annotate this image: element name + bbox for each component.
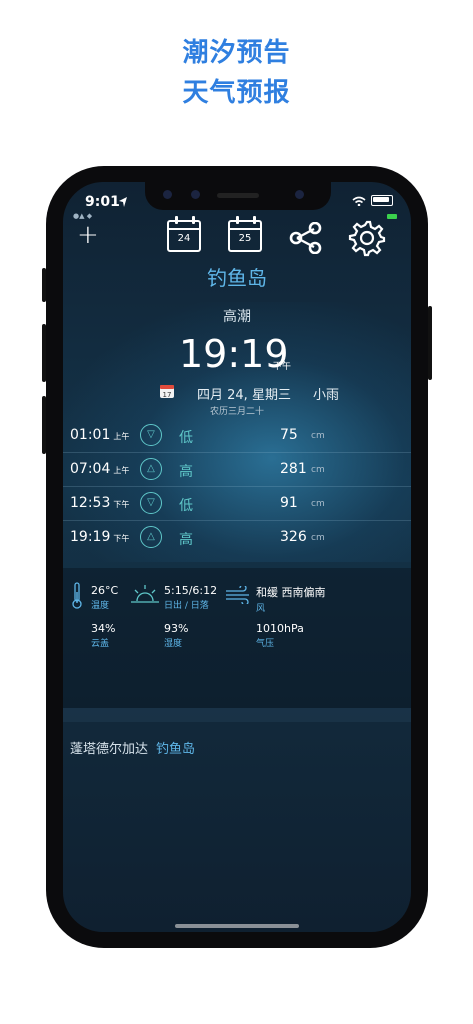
status-icons: [352, 195, 393, 206]
weather-panel: 26°C 温度 5:15/6:12 日出 / 日落 和缓 西南偏南风 34% 云盖 9…: [63, 568, 411, 708]
calendar-today-button[interactable]: 24: [167, 216, 201, 252]
sunrise-sunset-cell: 5:15/6:12 日出 / 日落: [164, 584, 218, 611]
section-divider: [63, 708, 411, 722]
location-breadcrumb[interactable]: 蓬塔德尔加达 钓鱼岛: [70, 738, 195, 757]
settings-gear-button[interactable]: [348, 219, 386, 257]
share-button[interactable]: [289, 222, 323, 254]
region-name: 蓬塔德尔加达: [70, 742, 149, 757]
phone-mute-switch: [42, 268, 46, 302]
tide-time: 01:01 上午: [70, 427, 130, 443]
weather-condition: 小雨: [313, 388, 340, 403]
tide-height: 281: [280, 461, 307, 477]
phone-power-button: [428, 306, 432, 380]
tide-height: 326: [280, 529, 307, 545]
pressure-cell: 1010hPa 气压: [256, 622, 304, 649]
front-camera-icon: [295, 190, 304, 199]
tide-row: 19:19 下午 △ 高 326 cm: [63, 520, 411, 554]
tide-time: 19:19 下午: [70, 529, 130, 545]
sensor-icon: [191, 190, 200, 199]
phone-volume-up: [42, 324, 46, 382]
calendar-icon: [236, 216, 239, 224]
calendar-date-icon: 17: [160, 385, 174, 399]
place-name: 钓鱼岛: [156, 742, 196, 757]
tide-row: 01:01 上午 ▽ 低 75 cm: [63, 418, 411, 453]
promo-title-line1: 潮汐预告: [182, 38, 291, 68]
thermometer-icon: [72, 582, 82, 609]
promo-title-line2: 天气预报: [182, 78, 291, 108]
tide-type: 低: [179, 498, 193, 514]
svg-text:17: 17: [163, 391, 172, 399]
add-location-button[interactable]: +: [77, 222, 99, 248]
status-carrier-indicators: ●▲ ◆: [73, 212, 93, 220]
high-tide-icon: △: [140, 458, 162, 480]
wind-cell: 和缓 西南偏南风: [256, 586, 326, 614]
tide-row: 07:04 上午 △ 高 281 cm: [63, 452, 411, 487]
next-tide-type: 高潮: [223, 309, 251, 325]
charging-indicator: [387, 214, 397, 219]
calendar-today-day: 24: [177, 233, 191, 244]
home-indicator[interactable]: [175, 924, 299, 928]
tide-row: 12:53 下午 ▽ 低 91 cm: [63, 486, 411, 521]
phone-volume-down: [42, 396, 46, 454]
tide-time: 12:53 下午: [70, 495, 130, 511]
tide-unit: cm: [311, 499, 325, 509]
wind-icon: [226, 586, 249, 604]
battery-icon: [371, 195, 393, 206]
low-tide-icon: ▽: [140, 492, 162, 514]
tide-type: 高: [179, 464, 193, 480]
humidity-cell: 93% 湿度: [164, 622, 189, 649]
calendar-icon: [253, 216, 256, 224]
calendar-icon: [192, 216, 195, 224]
calendar-tomorrow-day: 25: [238, 233, 252, 244]
lunar-date: 农历三月二十: [209, 407, 264, 417]
tide-time: 07:04 上午: [70, 461, 130, 477]
speaker-grille: [217, 193, 259, 198]
notch: [145, 182, 331, 210]
tide-height: 75: [280, 427, 298, 443]
tide-unit: cm: [311, 533, 325, 543]
cloud-cover-cell: 34% 云盖: [91, 622, 116, 649]
location-arrow-icon: [119, 197, 127, 207]
tide-unit: cm: [311, 465, 325, 475]
location-title[interactable]: 钓鱼岛: [63, 262, 411, 291]
app-screen: 9:01 ●▲ ◆ + 24 25 钓鱼岛 高潮 19:19 下午 17 四月 …: [63, 182, 411, 932]
tide-type: 低: [179, 430, 193, 446]
temperature-cell: 26°C 温度: [91, 584, 119, 611]
status-time: 9:01: [85, 194, 120, 210]
high-tide-icon: △: [140, 526, 162, 548]
sunrise-sunset-icon: [131, 585, 159, 603]
tide-unit: cm: [311, 431, 325, 441]
date-text: 四月 24, 星期三: [197, 388, 291, 403]
tide-height: 91: [280, 495, 298, 511]
calendar-icon: [175, 216, 178, 224]
next-tide-ampm: 下午: [273, 362, 292, 372]
calendar-tomorrow-button[interactable]: 25: [228, 216, 262, 252]
tide-type: 高: [179, 532, 193, 548]
wifi-icon: [352, 196, 366, 206]
sensor-icon: [163, 190, 172, 199]
low-tide-icon: ▽: [140, 424, 162, 446]
